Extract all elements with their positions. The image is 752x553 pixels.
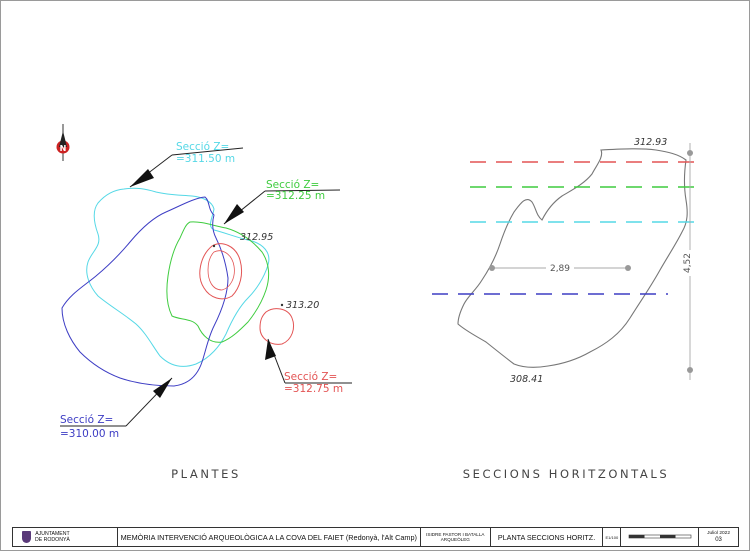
section-outline-312-75-inner (207, 250, 235, 291)
section-view-caption: SECCIONS HORITZONTALS (463, 467, 670, 481)
cad-drawing: N Secció Z= =311.50 m Secció Z= =312.25 … (56, 124, 700, 481)
title-block-project: MEMÒRIA INTERVENCIÓ ARQUEOLÒGICA A LA CO… (118, 528, 421, 546)
plan-view-caption: PLANTES (171, 467, 241, 481)
spot-height-313-20: 313.20 (286, 300, 319, 311)
sheet-number: 03 (715, 537, 722, 543)
section-outline-312-75-secondary (259, 308, 295, 345)
section-label-312-75: Secció Z= (284, 371, 337, 383)
spot-height-312-95: 312.95 (240, 232, 273, 243)
plan-title: PLANTA SECCIONS HORITZ. (497, 532, 596, 542)
north-arrow-letter: N (60, 144, 67, 153)
title-block-scale: E1/100 (603, 528, 622, 546)
graphic-scale-bar (628, 534, 692, 539)
org-name-line2: DE RODONYÀ (35, 537, 70, 543)
bottom-elevation: 308.41 (510, 374, 543, 385)
section-value-310-00: =310.00 m (60, 428, 119, 440)
section-outline-312-75-main (199, 243, 243, 300)
north-arrow-icon: N (56, 124, 70, 161)
section-label-311-50: Secció Z= (176, 141, 229, 153)
top-elevation: 312.93 (634, 137, 667, 148)
title-block-organization: AJUNTAMENT DE RODONYÀ (13, 528, 118, 546)
section-view: 2,89 4,52 312.93 308.41 SECCIONS HORITZO… (432, 137, 700, 481)
section-label-310-00: Secció Z= (60, 414, 113, 426)
section-outline-310-00 (61, 196, 229, 387)
project-title: MEMÒRIA INTERVENCIÓ ARQUEOLÒGICA A LA CO… (120, 532, 417, 542)
municipal-shield-icon (22, 531, 31, 543)
title-block-author: ISIDRE PASTOR I BATALLA ARQUEÒLEG (421, 528, 491, 546)
plan-view: Secció Z= =311.50 m Secció Z= =312.25 m … (60, 141, 352, 481)
title-block-scale-bar (621, 528, 700, 546)
drawing-sheet: N Secció Z= =311.50 m Secció Z= =312.25 … (0, 0, 752, 553)
drawing-date: Juliol 2022 (707, 531, 731, 536)
section-value-312-25: =312.25 m (266, 190, 325, 202)
title-block-plan: PLANTA SECCIONS HORITZ. (491, 528, 604, 546)
title-block-date: Juliol 2022 03 (699, 528, 738, 546)
scale-value: E1/100 (605, 534, 619, 540)
section-value-311-50: =311.50 m (176, 153, 235, 165)
author-role: ARQUEÒLEG (440, 537, 470, 542)
width-dimension-value: 2,89 (550, 264, 570, 274)
height-dimension-value: 4,52 (683, 253, 693, 273)
cave-profile-outline (457, 148, 688, 368)
title-block: AJUNTAMENT DE RODONYÀ MEMÒRIA INTERVENCI… (12, 527, 739, 547)
section-value-312-75: =312.75 m (284, 383, 343, 395)
